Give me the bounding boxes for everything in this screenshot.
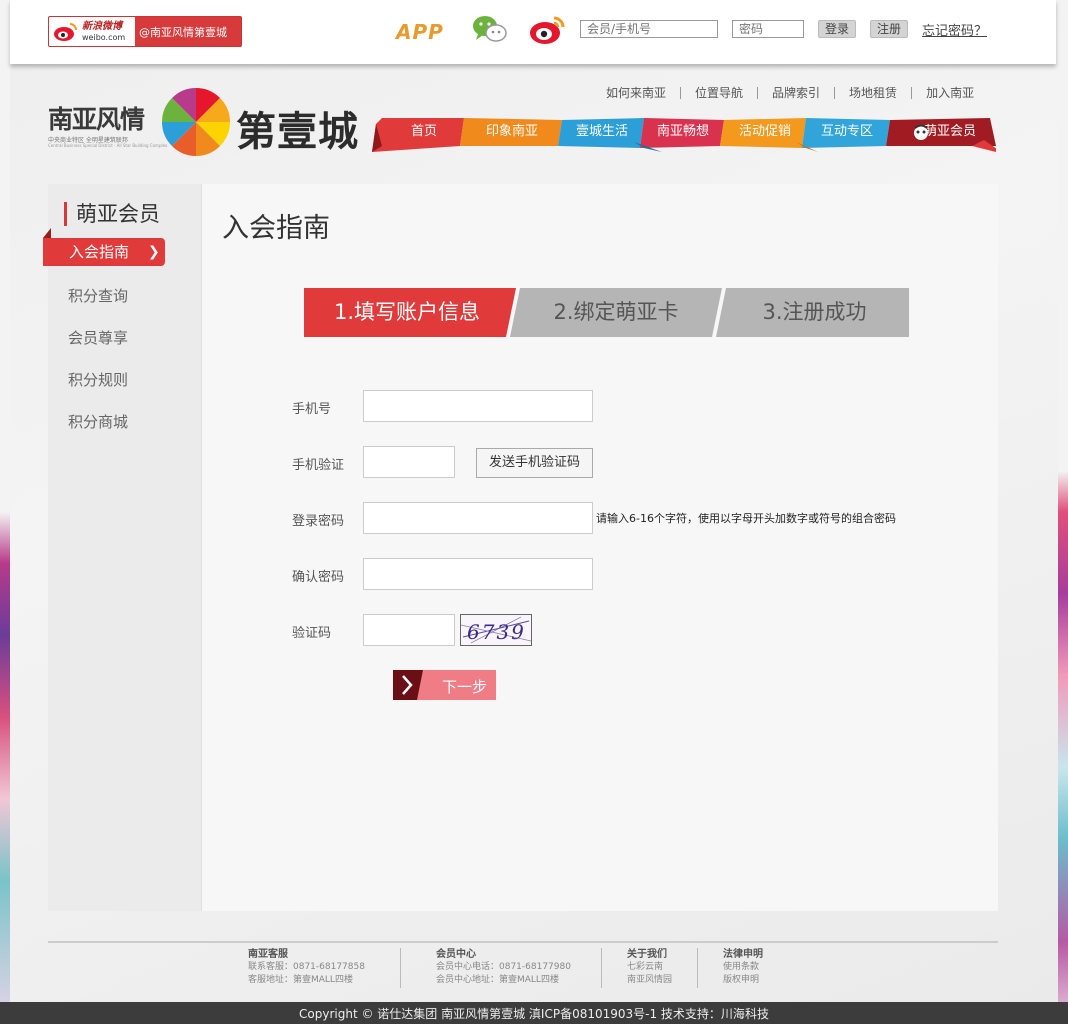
footer-line-text: 联系客服：0871-68177858: [248, 962, 365, 972]
right-decoration: [1058, 0, 1068, 1024]
main-nav: 首页 印象南亚 壹城生活 南亚畅想 活动促销 互动专区 萌亚会员: [372, 112, 996, 154]
captcha-noise: 6739: [460, 616, 532, 644]
confirm-password-label: 确认密码: [292, 570, 345, 585]
captcha-label: 验证码: [292, 626, 332, 641]
captcha-input[interactable]: [363, 614, 455, 646]
sidebar-item-points-mall[interactable]: 积分商城: [68, 411, 128, 432]
step-1: 1.填写账户信息: [333, 300, 481, 324]
left-decoration: [0, 0, 10, 1024]
weibo-share-icon[interactable]: [528, 12, 568, 46]
logo-wheel-icon: [162, 88, 230, 156]
nav-home[interactable]: 首页: [386, 118, 462, 146]
phone-input[interactable]: [363, 390, 593, 422]
weibo-handle: @南亚风情第壹城: [139, 25, 227, 39]
nav-impression[interactable]: 印象南亚: [466, 118, 558, 146]
footer-line-text: 客服地址：第壹MALL四楼: [248, 975, 353, 985]
top-link-how-to-come[interactable]: 如何来南亚: [596, 87, 680, 99]
captcha-text: 6739: [467, 620, 526, 644]
app-link[interactable]: APP: [396, 20, 444, 44]
password-input-top[interactable]: [732, 20, 804, 38]
top-link-location[interactable]: 位置导航: [680, 87, 757, 99]
weibo-icon: [54, 22, 77, 41]
page-title: 入会指南: [222, 213, 330, 244]
account-input[interactable]: [580, 20, 718, 38]
footer-separator: [400, 948, 401, 988]
weibo-brand: 新浪微博: [82, 20, 122, 32]
footer-link[interactable]: 使用条款: [723, 961, 763, 974]
footer-col-about: 关于我们 七彩云南 南亚风情园: [627, 948, 672, 987]
sidebar-item-points-rules[interactable]: 积分规则: [68, 369, 128, 390]
captcha-image[interactable]: 6739: [460, 614, 532, 646]
footer-separator: [697, 948, 698, 988]
password-hint: 请输入6-16个字符，使用以字母开头加数字或符号的组合密码: [596, 512, 896, 525]
sidebar-item-member-privileges[interactable]: 会员尊享: [68, 327, 128, 348]
next-button-label: 下一步: [442, 678, 488, 696]
footer-link[interactable]: 版权申明: [723, 974, 763, 987]
password-input[interactable]: [363, 502, 593, 534]
footer-col-service: 南亚客服 联系客服：0871-68177858 客服地址：第壹MALL四楼: [248, 948, 365, 987]
top-link-join[interactable]: 加入南亚: [911, 87, 988, 99]
weibo-domain: weibo.com: [82, 32, 126, 42]
sms-code-input[interactable]: [363, 446, 455, 478]
top-link-brands[interactable]: 品牌索引: [757, 87, 834, 99]
password-label: 登录密码: [292, 514, 345, 529]
register-button[interactable]: 注册: [870, 20, 908, 38]
footer-link[interactable]: 南亚风情园: [627, 974, 672, 987]
footer-col-legal: 法律申明 使用条款 版权申明: [723, 948, 763, 987]
footer-heading: 法律申明: [723, 949, 763, 960]
sidebar-active-fold: [43, 228, 51, 238]
footer-col-member: 会员中心 会员中心电话：0871-68177980 会员中心地址：第壹MALL四…: [436, 948, 571, 987]
footer-heading: 南亚客服: [248, 949, 288, 960]
sms-code-label: 手机验证: [292, 458, 345, 473]
logo-big-text[interactable]: 第壹城: [236, 99, 359, 157]
wechat-icon[interactable]: [472, 14, 508, 44]
footer-divider: [48, 941, 998, 943]
step-2: 2.绑定萌亚卡: [553, 300, 679, 324]
nav-vision[interactable]: 南亚畅想: [644, 118, 722, 146]
member-mascot-icon: [914, 124, 928, 140]
footer-link[interactable]: 七彩云南: [627, 961, 672, 974]
footer-line-text: 会员中心地址：第壹MALL四楼: [436, 975, 559, 985]
sidebar-item-points-query[interactable]: 积分查询: [68, 285, 128, 306]
phone-label: 手机号: [292, 402, 332, 417]
top-link-venue-rental[interactable]: 场地租赁: [834, 87, 911, 99]
sidebar-title: 萌亚会员: [64, 202, 160, 226]
footer-line-text: 会员中心电话：0871-68177980: [436, 962, 571, 972]
sidebar-item-join-guide[interactable]: 入会指南: [43, 238, 165, 266]
step-3: 3.注册成功: [762, 300, 867, 324]
nav-promotions[interactable]: 活动促销: [726, 118, 804, 146]
top-links: 如何来南亚 位置导航 品牌索引 场地租赁 加入南亚: [596, 87, 988, 99]
send-sms-code-button[interactable]: 发送手机验证码: [476, 448, 593, 478]
nav-interactive[interactable]: 互动专区: [806, 118, 888, 146]
copyright-bar: Copyright © 诺仕达集团 南亚风情第壹城 滇ICP备08101903号…: [0, 1002, 1068, 1024]
footer-heading: 会员中心: [436, 949, 476, 960]
logo-subtitle-en: Central Business Special District · All …: [48, 143, 168, 148]
footer-heading: 关于我们: [627, 949, 667, 960]
weibo-logo: 新浪微博 weibo.com: [49, 17, 135, 46]
footer-separator: [601, 948, 602, 988]
logo-text[interactable]: 南亚风情: [48, 100, 145, 136]
weibo-follow-link[interactable]: 新浪微博 weibo.com @南亚风情第壹城: [48, 16, 242, 47]
step-indicator: 1.填写账户信息 2.绑定萌亚卡 3.注册成功: [304, 288, 909, 337]
forgot-password-link[interactable]: 忘记密码？: [922, 20, 987, 39]
chevron-right-icon: ❯: [148, 244, 160, 260]
nav-city-life[interactable]: 壹城生活: [562, 118, 642, 146]
login-button[interactable]: 登录: [818, 20, 856, 38]
confirm-password-input[interactable]: [363, 558, 593, 590]
